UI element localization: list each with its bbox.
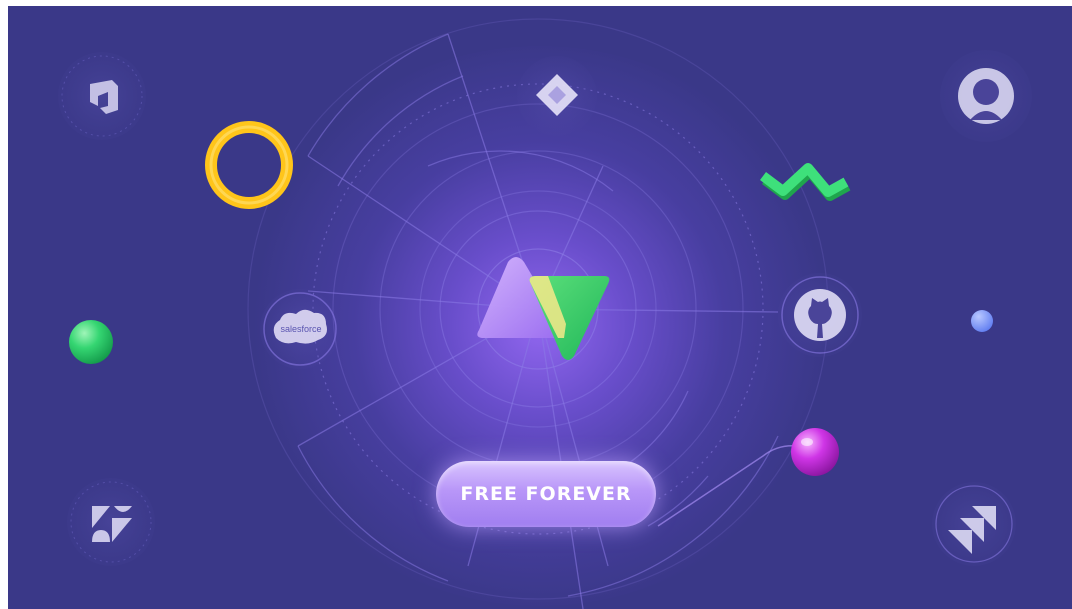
hero-illustration: salesforce FREE FOREVER	[8, 6, 1072, 609]
azure-devops-icon	[58, 52, 146, 140]
magenta-sphere	[791, 428, 839, 476]
circle-logo-icon	[940, 50, 1032, 142]
zendesk-icon	[67, 478, 155, 566]
blue-sphere	[971, 310, 993, 332]
wave-logo-icon	[760, 163, 851, 201]
green-sphere	[69, 320, 113, 364]
free-forever-button[interactable]: FREE FOREVER	[436, 461, 656, 527]
github-icon	[778, 273, 862, 357]
salesforce-label: salesforce	[280, 324, 321, 334]
jira-icon	[517, 56, 597, 136]
jira-align-icon	[932, 482, 1016, 566]
